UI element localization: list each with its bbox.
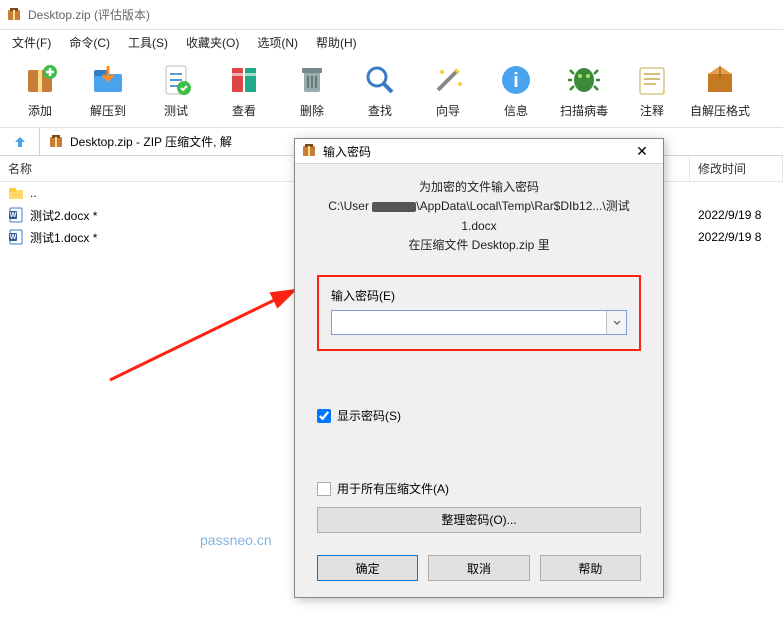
tool-scan-label: 扫描病毒 <box>560 102 608 119</box>
password-input-wrap <box>331 310 627 335</box>
sfx-icon <box>700 60 740 100</box>
menu-bar: 文件(F) 命令(C) 工具(S) 收藏夹(O) 选项(N) 帮助(H) <box>0 30 783 54</box>
file-modified: 2022/9/19 8 <box>690 230 783 244</box>
arrow-up-icon <box>12 134 28 150</box>
tool-view[interactable]: 查看 <box>210 58 278 121</box>
title-bar: Desktop.zip (评估版本) <box>0 0 783 30</box>
ok-button[interactable]: 确定 <box>317 555 418 581</box>
view-icon <box>224 60 264 100</box>
menu-fav[interactable]: 收藏夹(O) <box>178 31 247 54</box>
tool-extract[interactable]: 解压到 <box>74 58 142 121</box>
delete-icon <box>292 60 332 100</box>
annotation-arrow <box>100 250 310 390</box>
cancel-button[interactable]: 取消 <box>428 555 529 581</box>
show-password-label: 显示密码(S) <box>337 407 401 424</box>
toolbar: 添加 解压到 测试 查看 删除 查找 向导 i 信息 扫描病毒 注释 自解压格式 <box>0 54 783 128</box>
tool-test-label: 测试 <box>164 102 188 119</box>
menu-file[interactable]: 文件(F) <box>4 31 59 54</box>
dialog-title: 输入密码 <box>323 143 627 160</box>
find-icon <box>360 60 400 100</box>
menu-command[interactable]: 命令(C) <box>61 31 118 54</box>
dialog-line3: 在压缩文件 Desktop.zip 里 <box>317 236 641 255</box>
tool-view-label: 查看 <box>232 102 256 119</box>
svg-text:i: i <box>513 70 519 92</box>
tool-info-label: 信息 <box>504 102 528 119</box>
svg-text:W: W <box>10 234 17 241</box>
info-icon: i <box>496 60 536 100</box>
svg-text:W: W <box>10 212 17 219</box>
menu-options[interactable]: 选项(N) <box>249 31 306 54</box>
tool-sfx[interactable]: 自解压格式 <box>686 58 754 121</box>
tool-delete-label: 删除 <box>300 102 324 119</box>
tool-comment[interactable]: 注释 <box>618 58 686 121</box>
password-input[interactable] <box>332 311 606 334</box>
tool-find-label: 查找 <box>368 102 392 119</box>
close-button[interactable]: ✕ <box>627 143 657 160</box>
menu-help[interactable]: 帮助(H) <box>308 31 365 54</box>
comment-icon <box>632 60 672 100</box>
tool-info[interactable]: i 信息 <box>482 58 550 121</box>
checkbox-icon <box>317 482 331 496</box>
all-archives-checkbox[interactable]: 用于所有压缩文件(A) <box>317 480 641 497</box>
file-name: 测试2.docx * <box>30 207 97 224</box>
chevron-down-icon <box>613 319 621 327</box>
show-password-checkbox[interactable]: 显示密码(S) <box>317 407 641 424</box>
dialog-buttons: 确定 取消 帮助 <box>295 543 663 597</box>
password-dropdown-button[interactable] <box>606 311 626 334</box>
col-modified[interactable]: 修改时间 <box>690 156 783 181</box>
redacted-text <box>372 202 416 212</box>
file-name: 测试1.docx * <box>30 229 97 246</box>
tool-find[interactable]: 查找 <box>346 58 414 121</box>
archive-icon <box>48 134 64 150</box>
menu-tools[interactable]: 工具(S) <box>120 31 176 54</box>
tool-scan[interactable]: 扫描病毒 <box>550 58 618 121</box>
tool-comment-label: 注释 <box>640 102 664 119</box>
dialog-titlebar: 输入密码 ✕ <box>295 139 663 164</box>
window-title: Desktop.zip (评估版本) <box>28 6 150 23</box>
tool-wizard[interactable]: 向导 <box>414 58 482 121</box>
tool-test[interactable]: 测试 <box>142 58 210 121</box>
tool-delete[interactable]: 删除 <box>278 58 346 121</box>
dialog-line2: C:\User \AppData\Local\Temp\Rar$DIb12...… <box>317 197 641 235</box>
wizard-icon <box>428 60 468 100</box>
dialog-line1: 为加密的文件输入密码 <box>317 178 641 197</box>
tool-add[interactable]: 添加 <box>6 58 74 121</box>
docx-icon: W <box>8 229 24 245</box>
tool-add-label: 添加 <box>28 102 52 119</box>
address-text: Desktop.zip - ZIP 压缩文件, 解 <box>70 133 232 150</box>
show-password-input[interactable] <box>317 409 331 423</box>
help-button[interactable]: 帮助 <box>540 555 641 581</box>
all-archives-label: 用于所有压缩文件(A) <box>337 480 449 497</box>
file-name: .. <box>30 186 37 200</box>
docx-icon: W <box>8 207 24 223</box>
password-group: 输入密码(E) <box>317 275 641 351</box>
password-label: 输入密码(E) <box>331 287 627 304</box>
password-dialog: 输入密码 ✕ 为加密的文件输入密码 C:\User \AppData\Local… <box>294 138 664 598</box>
watermark-text: passneo.cn <box>200 532 272 548</box>
extract-icon <box>88 60 128 100</box>
folder-up-icon <box>8 185 24 201</box>
archive-add-icon <box>20 60 60 100</box>
test-icon <box>156 60 196 100</box>
app-icon <box>6 7 22 23</box>
tool-sfx-label: 自解压格式 <box>690 102 750 119</box>
organize-passwords-button[interactable]: 整理密码(O)... <box>317 507 641 533</box>
tool-wizard-label: 向导 <box>436 102 460 119</box>
archive-icon <box>301 143 317 159</box>
file-modified: 2022/9/19 8 <box>690 208 783 222</box>
virus-scan-icon <box>564 60 604 100</box>
tool-extract-label: 解压到 <box>90 102 126 119</box>
nav-up-button[interactable] <box>0 128 40 155</box>
dialog-message: 为加密的文件输入密码 C:\User \AppData\Local\Temp\R… <box>317 178 641 255</box>
